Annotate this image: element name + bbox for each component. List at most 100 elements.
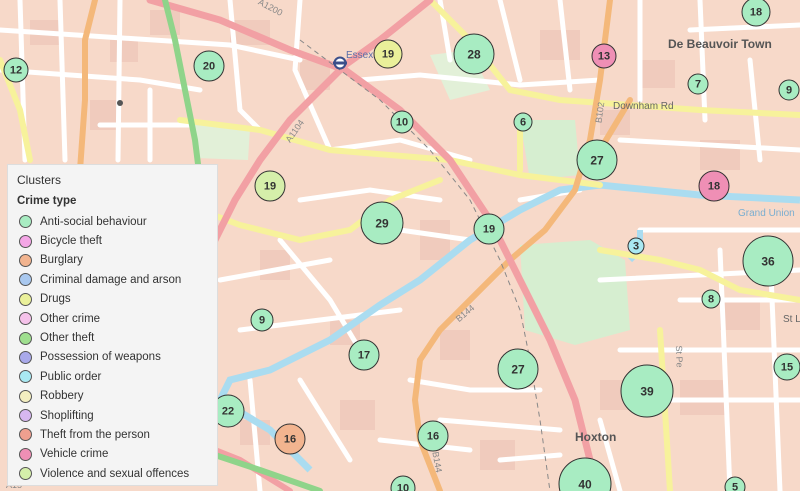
road-label-st-l: St L <box>783 314 800 325</box>
cluster-marker[interactable]: 10 <box>390 110 414 134</box>
cluster-count: 10 <box>396 117 408 129</box>
poi-dot-icon <box>117 100 123 106</box>
legend-item[interactable]: Violence and sexual offences <box>17 464 208 483</box>
cluster-count: 39 <box>640 385 654 399</box>
cluster-marker[interactable]: 18 <box>741 0 771 27</box>
legend-item-label: Other crime <box>40 312 101 325</box>
legend-item-label: Shoplifting <box>40 409 94 422</box>
legend-item-label: Public order <box>40 370 102 383</box>
cluster-count: 19 <box>264 181 276 193</box>
cluster-marker[interactable]: 19 <box>473 213 505 245</box>
legend-title: Clusters <box>17 173 62 187</box>
legend-swatch-icon <box>19 234 32 248</box>
legend-swatch-icon <box>19 467 32 481</box>
legend-swatch-icon <box>19 428 32 442</box>
legend-item-label: Possession of weapons <box>40 351 161 364</box>
cluster-marker[interactable]: 7 <box>687 73 709 95</box>
legend-swatch-icon <box>19 312 32 326</box>
legend-swatch-icon <box>19 331 32 345</box>
cluster-marker[interactable]: 13 <box>591 43 617 69</box>
cluster-count: 3 <box>633 241 639 253</box>
cluster-marker[interactable]: 28 <box>453 33 495 75</box>
legend-swatch-icon <box>19 215 32 229</box>
cluster-marker[interactable]: 16 <box>417 420 449 452</box>
cluster-count: 8 <box>708 294 714 306</box>
legend-items: Anti-social behaviour Bicycle theft Burgla… <box>17 212 208 483</box>
cluster-marker[interactable]: 27 <box>576 139 618 181</box>
legend-item-label: Anti-social behaviour <box>40 215 147 228</box>
cluster-marker[interactable]: 9 <box>778 79 800 101</box>
legend-item[interactable]: Other crime <box>17 309 208 328</box>
legend-item[interactable]: Bicycle theft <box>17 231 208 250</box>
cluster-marker[interactable]: 19 <box>254 170 286 202</box>
cluster-marker[interactable]: 3 <box>627 237 645 255</box>
legend-item-label: Drugs <box>40 293 71 306</box>
legend-item-label: Criminal damage and arson <box>40 273 182 286</box>
legend-item-label: Robbery <box>40 390 84 403</box>
cluster-count: 29 <box>375 217 389 231</box>
cluster-marker[interactable]: 8 <box>701 289 721 309</box>
road-label-downham-rd: Downham Rd <box>613 101 674 112</box>
cluster-marker[interactable]: 9 <box>250 308 274 332</box>
legend-swatch-icon <box>19 370 32 384</box>
place-label-hoxton: Hoxton <box>575 430 616 444</box>
cluster-count: 9 <box>786 85 792 97</box>
cluster-marker[interactable]: 12 <box>3 57 29 83</box>
cluster-count: 19 <box>382 49 394 61</box>
legend-item[interactable]: Anti-social behaviour <box>17 212 208 231</box>
cluster-count: 13 <box>598 51 610 63</box>
legend-swatch-icon <box>19 292 32 306</box>
legend-item[interactable]: Drugs <box>17 290 208 309</box>
legend-item[interactable]: Vehicle crime <box>17 445 208 464</box>
cluster-count: 27 <box>590 154 604 168</box>
legend-subtitle: Crime type <box>17 195 77 207</box>
legend-swatch-icon <box>19 447 32 461</box>
underground-station-icon[interactable] <box>333 56 347 70</box>
legend-item[interactable]: Theft from the person <box>17 425 208 444</box>
legend-item-label: Violence and sexual offences <box>40 467 190 480</box>
cluster-count: 16 <box>427 431 439 443</box>
legend-item-label: Theft from the person <box>40 428 150 441</box>
legend-item[interactable]: Criminal damage and arson <box>17 270 208 289</box>
cluster-marker[interactable]: 20 <box>193 50 225 82</box>
legend-swatch-icon <box>19 253 32 267</box>
cluster-marker[interactable]: 27 <box>497 348 539 390</box>
cluster-marker[interactable]: 39 <box>620 364 674 418</box>
cluster-count: 18 <box>708 181 720 193</box>
cluster-count: 28 <box>467 48 481 62</box>
legend-item-label: Vehicle crime <box>40 448 109 461</box>
cluster-marker[interactable]: 36 <box>742 235 794 287</box>
cluster-marker[interactable]: 16 <box>274 423 306 455</box>
cluster-count: 27 <box>511 363 525 377</box>
cluster-marker[interactable]: 19 <box>373 39 403 69</box>
road-label-st-pe: St Pe <box>674 345 685 367</box>
legend-item[interactable]: Public order <box>17 367 208 386</box>
legend-item[interactable]: Shoplifting <box>17 406 208 425</box>
legend-item[interactable]: Other theft <box>17 328 208 347</box>
cluster-marker[interactable]: 17 <box>348 339 380 371</box>
legend-swatch-icon <box>19 409 32 423</box>
cluster-count: 15 <box>781 362 793 374</box>
cluster-count: 7 <box>695 79 701 91</box>
cluster-count: 19 <box>483 224 495 236</box>
cluster-marker[interactable]: 6 <box>513 112 533 132</box>
legend-item[interactable]: Robbery <box>17 387 208 406</box>
clusters-legend: Clusters Crime type Anti-social behaviou… <box>7 164 218 486</box>
legend-item[interactable]: Burglary <box>17 251 208 270</box>
cluster-marker[interactable]: 15 <box>773 353 800 381</box>
legend-item-label: Bicycle theft <box>40 235 102 248</box>
cluster-marker[interactable]: 29 <box>360 201 404 245</box>
cluster-marker[interactable]: 18 <box>698 170 730 202</box>
cluster-count: 12 <box>10 65 22 77</box>
legend-item-label: Burglary <box>40 254 83 267</box>
cluster-count: 17 <box>358 350 370 362</box>
cluster-count: 16 <box>284 434 296 446</box>
legend-swatch-icon <box>19 389 32 403</box>
station-label-essex: Essex <box>346 50 373 61</box>
cluster-count: 10 <box>397 483 409 491</box>
legend-item[interactable]: Possession of weapons <box>17 348 208 367</box>
cluster-count: 5 <box>732 482 738 491</box>
cluster-count: 36 <box>761 255 775 269</box>
legend-swatch-icon <box>19 350 32 364</box>
legend-swatch-icon <box>19 273 32 287</box>
